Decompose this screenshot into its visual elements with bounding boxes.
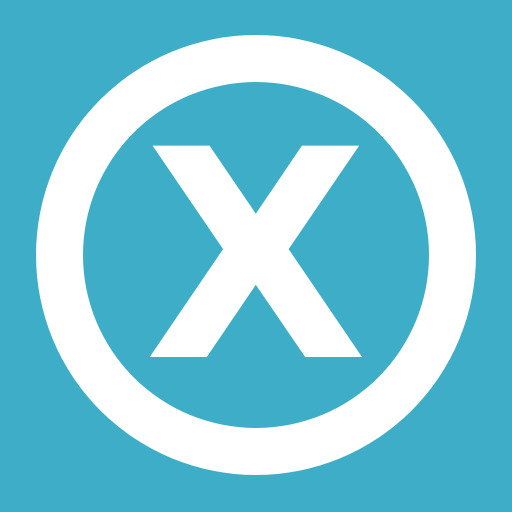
app-icon[interactable]: X [0, 0, 512, 512]
x-letter: X [144, 89, 368, 426]
x-letter-icon: X [144, 89, 368, 426]
